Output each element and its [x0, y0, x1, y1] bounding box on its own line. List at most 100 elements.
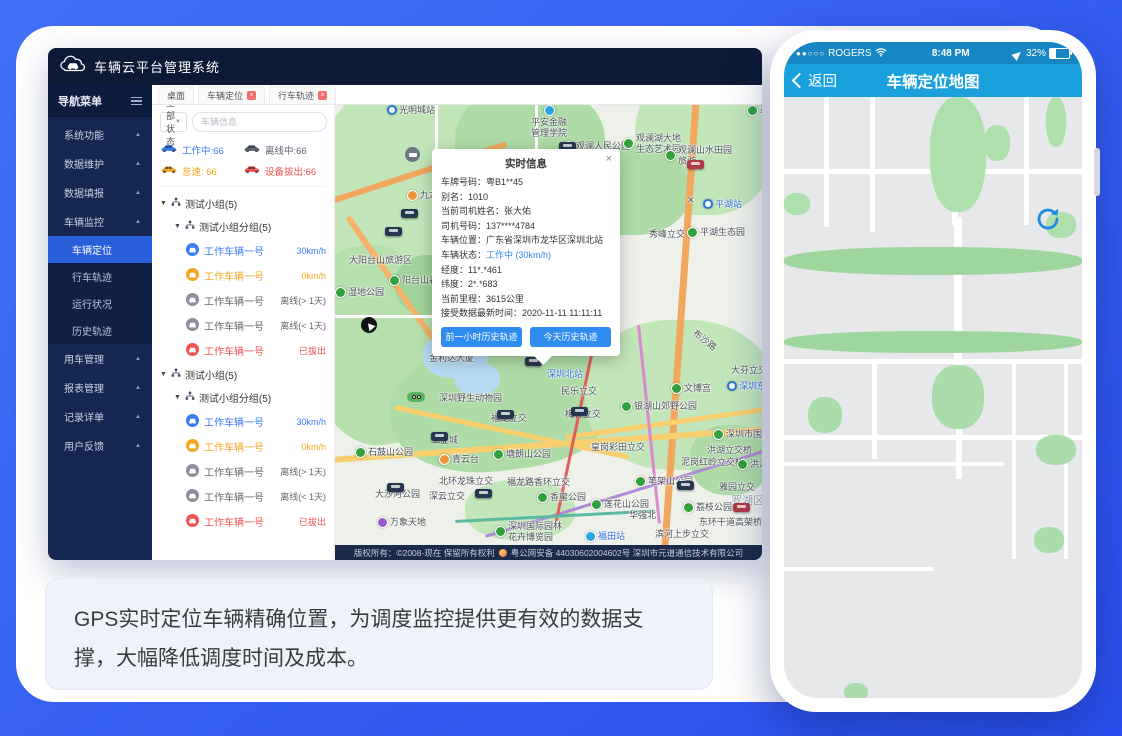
- vehicle-status: 离线(< 1天): [280, 319, 326, 332]
- vehicle-cluster-marker[interactable]: [431, 432, 448, 441]
- phone-side-button: [1094, 148, 1100, 196]
- signal-dots-icon: ●●○○○: [796, 49, 825, 58]
- vehicle-cluster-marker[interactable]: [387, 483, 404, 492]
- legend-item[interactable]: 工作中:66: [160, 139, 243, 160]
- sidebar-subitem-运行状况[interactable]: 运行状况: [48, 290, 152, 317]
- vehicle-cluster-marker[interactable]: [385, 227, 402, 236]
- sidebar-subitem-车辆定位[interactable]: 车辆定位: [48, 236, 152, 263]
- tab-close-icon[interactable]: ×: [247, 91, 256, 100]
- vehicle-row[interactable]: 工作车辆一号30km/h: [160, 409, 326, 434]
- popup-row-label: 纬度：: [441, 279, 468, 289]
- vehicle-cluster-marker[interactable]: [401, 209, 418, 218]
- vehicle-cluster-marker[interactable]: [497, 410, 514, 419]
- tab-close-icon[interactable]: ×: [318, 91, 327, 100]
- legend-item[interactable]: 怠速: 66: [160, 160, 243, 181]
- popup-row-label: 经度：: [441, 265, 468, 275]
- plate-stripe: [391, 485, 400, 488]
- map-label: 民乐立交: [561, 386, 597, 397]
- popup-row-label: 别名：: [441, 192, 468, 202]
- group-label: 测试小组(5): [185, 367, 237, 382]
- vehicle-row[interactable]: 工作车辆一号已拔出: [160, 509, 326, 534]
- vehicle-row[interactable]: 工作车辆一号离线(> 1天): [160, 288, 326, 313]
- phone-map[interactable]: [784, 97, 1082, 698]
- vehicle-name: 工作车辆一号: [204, 514, 264, 529]
- legend-item[interactable]: 设备拔出:66: [243, 160, 326, 181]
- vehicle-cluster-marker[interactable]: [733, 503, 750, 512]
- sidebar-item-记录详单[interactable]: 记录详单▲: [48, 402, 152, 431]
- tree-subgroup[interactable]: ▼测试小组分组(5): [160, 386, 326, 409]
- tab-bar: 桌面车辆定位×行车轨迹×: [152, 85, 762, 105]
- popup-row-label: 当前里程：: [441, 294, 486, 304]
- sidebar-item-用户反馈[interactable]: 用户反馈▲: [48, 431, 152, 460]
- map-label-text: 洪湖立交桥: [707, 445, 752, 456]
- collapse-arrow-icon: ▲: [135, 414, 141, 420]
- vehicle-status-icon: [186, 439, 199, 455]
- map-label: 滨河上步立交: [655, 529, 709, 540]
- orange-poi-icon: [407, 190, 418, 201]
- refresh-icon[interactable]: [1034, 207, 1062, 236]
- sidebar-item-数据填报[interactable]: 数据填报▲: [48, 178, 152, 207]
- back-button[interactable]: 返回: [794, 70, 837, 91]
- plate-stripe: [681, 483, 690, 486]
- vehicle-status-icon: [186, 489, 199, 505]
- vehicle-row[interactable]: 工作车辆一号0km/h: [160, 263, 326, 288]
- close-icon[interactable]: ×: [606, 154, 612, 165]
- locate-control-icon[interactable]: [361, 317, 377, 333]
- status-legend: 工作中:66离线中:66怠速: 66设备拔出:66: [160, 139, 326, 187]
- tree-group[interactable]: ▼测试小组(5): [160, 363, 326, 386]
- popup-row-value: 工作中 (30km/h): [486, 250, 551, 260]
- menu-collapse-icon[interactable]: [131, 97, 142, 106]
- vehicle-cluster-marker[interactable]: [677, 481, 694, 490]
- legend-item[interactable]: 离线中:66: [243, 139, 326, 160]
- dot: [417, 395, 421, 399]
- tree-group[interactable]: ▼测试小组(5): [160, 192, 326, 215]
- tab-行车轨迹[interactable]: 行车轨迹×: [269, 86, 336, 104]
- vehicle-row[interactable]: 工作车辆一号30km/h: [160, 238, 326, 263]
- map-label-text: 东环干道高架桥: [699, 517, 762, 528]
- car-poi-icon[interactable]: [405, 147, 420, 162]
- sidebar-item-用车管理[interactable]: 用车管理▲: [48, 344, 152, 373]
- vehicle-cluster-marker[interactable]: [571, 407, 588, 416]
- vehicle-cluster-marker[interactable]: [687, 160, 704, 169]
- map-label-text: 深圳野生动物园: [439, 393, 502, 404]
- desktop-map[interactable]: 实时信息 × 车牌号码：粤B1**45别名：1010当前司机姓名：张大佑司机号码…: [335, 105, 762, 560]
- map-label: 银湖山郊野公园: [621, 401, 697, 412]
- park-area: [784, 331, 1082, 353]
- map-label-text: 大阳台山旅游区: [349, 255, 412, 266]
- popup-row: 车牌号码：粤B1**45: [441, 175, 611, 190]
- tab-桌面[interactable]: 桌面: [158, 86, 194, 104]
- sidebar-item-车辆监控[interactable]: 车辆监控▲: [48, 207, 152, 236]
- history-track-button[interactable]: 前一小时历史轨迹: [441, 327, 522, 347]
- sidebar-subitem-历史轨迹[interactable]: 历史轨迹: [48, 317, 152, 344]
- vehicle-row[interactable]: 工作车辆一号0km/h: [160, 434, 326, 459]
- sidebar-subitem-行车轨迹[interactable]: 行车轨迹: [48, 263, 152, 290]
- vehicle-row[interactable]: 工作车辆一号离线(> 1天): [160, 459, 326, 484]
- sidebar-item-报表管理[interactable]: 报表管理▲: [48, 373, 152, 402]
- history-track-button[interactable]: 今天历史轨迹: [530, 327, 611, 347]
- vehicle-name: 工作车辆一号: [204, 318, 264, 333]
- sidebar-item-系统功能[interactable]: 系统功能▲: [48, 120, 152, 149]
- street: [784, 567, 934, 571]
- tab-车辆定位[interactable]: 车辆定位×: [198, 86, 265, 104]
- popup-row-value: 2020-11-11 11:11:11: [522, 308, 602, 318]
- vehicle-row[interactable]: 工作车辆一号已拔出: [160, 338, 326, 363]
- vehicle-name: 工作车辆一号: [204, 489, 264, 504]
- sidebar-item-数据维护[interactable]: 数据维护▲: [48, 149, 152, 178]
- map-label: 大阳台山旅游区: [349, 255, 412, 266]
- zoo-marker[interactable]: [407, 392, 425, 402]
- vehicle-row[interactable]: 工作车辆一号 离线(< 1天): [160, 313, 326, 338]
- park-area: [1046, 97, 1066, 147]
- vehicle-search-input[interactable]: [192, 112, 327, 132]
- dashboard-window: 车辆云平台管理系统 导航菜单 系统功能▲数据维护▲数据填报▲车辆监控▲车辆定位行…: [48, 48, 762, 560]
- vehicle-cluster-marker[interactable]: [475, 489, 492, 498]
- tree-subgroup[interactable]: ▼测试小组分组(5): [160, 215, 326, 238]
- group-label: 测试小组(5): [185, 196, 237, 211]
- vehicle-row[interactable]: 工作车辆一号离线(< 1天): [160, 484, 326, 509]
- park-area: [1034, 527, 1064, 553]
- metro-poi-icon: [387, 105, 397, 115]
- popup-row-label: 车辆位置：: [441, 235, 486, 245]
- popup-row-label: 车辆状态：: [441, 250, 486, 260]
- phone-screen: ●●○○○ ROGERS 8:48 PM 32% 车辆定位地图 返回: [784, 42, 1082, 698]
- map-label-text: 皇岗彩田立交: [591, 442, 645, 453]
- status-filter-dropdown[interactable]: 全部状态▼: [160, 112, 187, 132]
